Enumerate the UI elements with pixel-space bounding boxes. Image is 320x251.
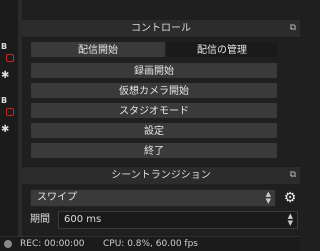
start-streaming-button[interactable]: 配信開始 bbox=[30, 41, 166, 58]
mixer-label: B bbox=[1, 96, 8, 105]
manage-broadcast-button[interactable]: 配信の管理 bbox=[166, 41, 278, 58]
duration-label: 期間 bbox=[30, 214, 50, 225]
start-virtual-camera-button[interactable]: 仮想カメラ開始 bbox=[30, 82, 278, 99]
duration-spinbox[interactable]: 600 ms ▲ ▼ bbox=[58, 211, 298, 229]
gear-icon[interactable]: ✱ bbox=[1, 70, 9, 81]
gear-icon[interactable]: ✱ bbox=[1, 124, 9, 135]
controls-dock-header: コントロール ⧉ bbox=[22, 20, 300, 38]
recording-status-dot-icon bbox=[4, 240, 12, 248]
dock-float-icon[interactable]: ⧉ bbox=[290, 20, 296, 37]
status-bar: REC: 00:00:00 CPU: 0.8%, 60.00 fps bbox=[0, 236, 300, 251]
start-recording-button[interactable]: 録画開始 bbox=[30, 62, 278, 79]
mixer-label: B bbox=[1, 42, 8, 51]
exit-button[interactable]: 終了 bbox=[30, 142, 278, 159]
settings-button[interactable]: 設定 bbox=[30, 122, 278, 139]
chevron-up-down-icon: ▲ ▼ bbox=[265, 190, 271, 205]
dock-float-icon[interactable]: ⧉ bbox=[290, 167, 296, 184]
transition-selected-value: スワイプ bbox=[37, 192, 77, 203]
mute-indicator-icon[interactable] bbox=[6, 108, 14, 116]
studio-mode-button[interactable]: スタジオモード bbox=[30, 102, 278, 119]
rec-timer: REC: 00:00:00 bbox=[20, 239, 85, 249]
controls-title: コントロール bbox=[131, 23, 191, 34]
mute-indicator-icon[interactable] bbox=[6, 54, 14, 62]
scene-transitions-title: シーントランジション bbox=[111, 170, 211, 181]
spin-arrows-icon[interactable]: ▲ ▼ bbox=[288, 213, 293, 227]
mixer-strip: B ✱ B ✱ bbox=[0, 0, 18, 236]
scene-transitions-dock-header: シーントランジション ⧉ bbox=[22, 166, 300, 184]
transition-select[interactable]: スワイプ ▲ ▼ bbox=[30, 189, 276, 207]
duration-value: 600 ms bbox=[64, 214, 102, 225]
cpu-fps-readout: CPU: 0.8%, 60.00 fps bbox=[103, 239, 198, 249]
transition-properties-gear-icon[interactable]: ⚙ bbox=[281, 189, 299, 207]
